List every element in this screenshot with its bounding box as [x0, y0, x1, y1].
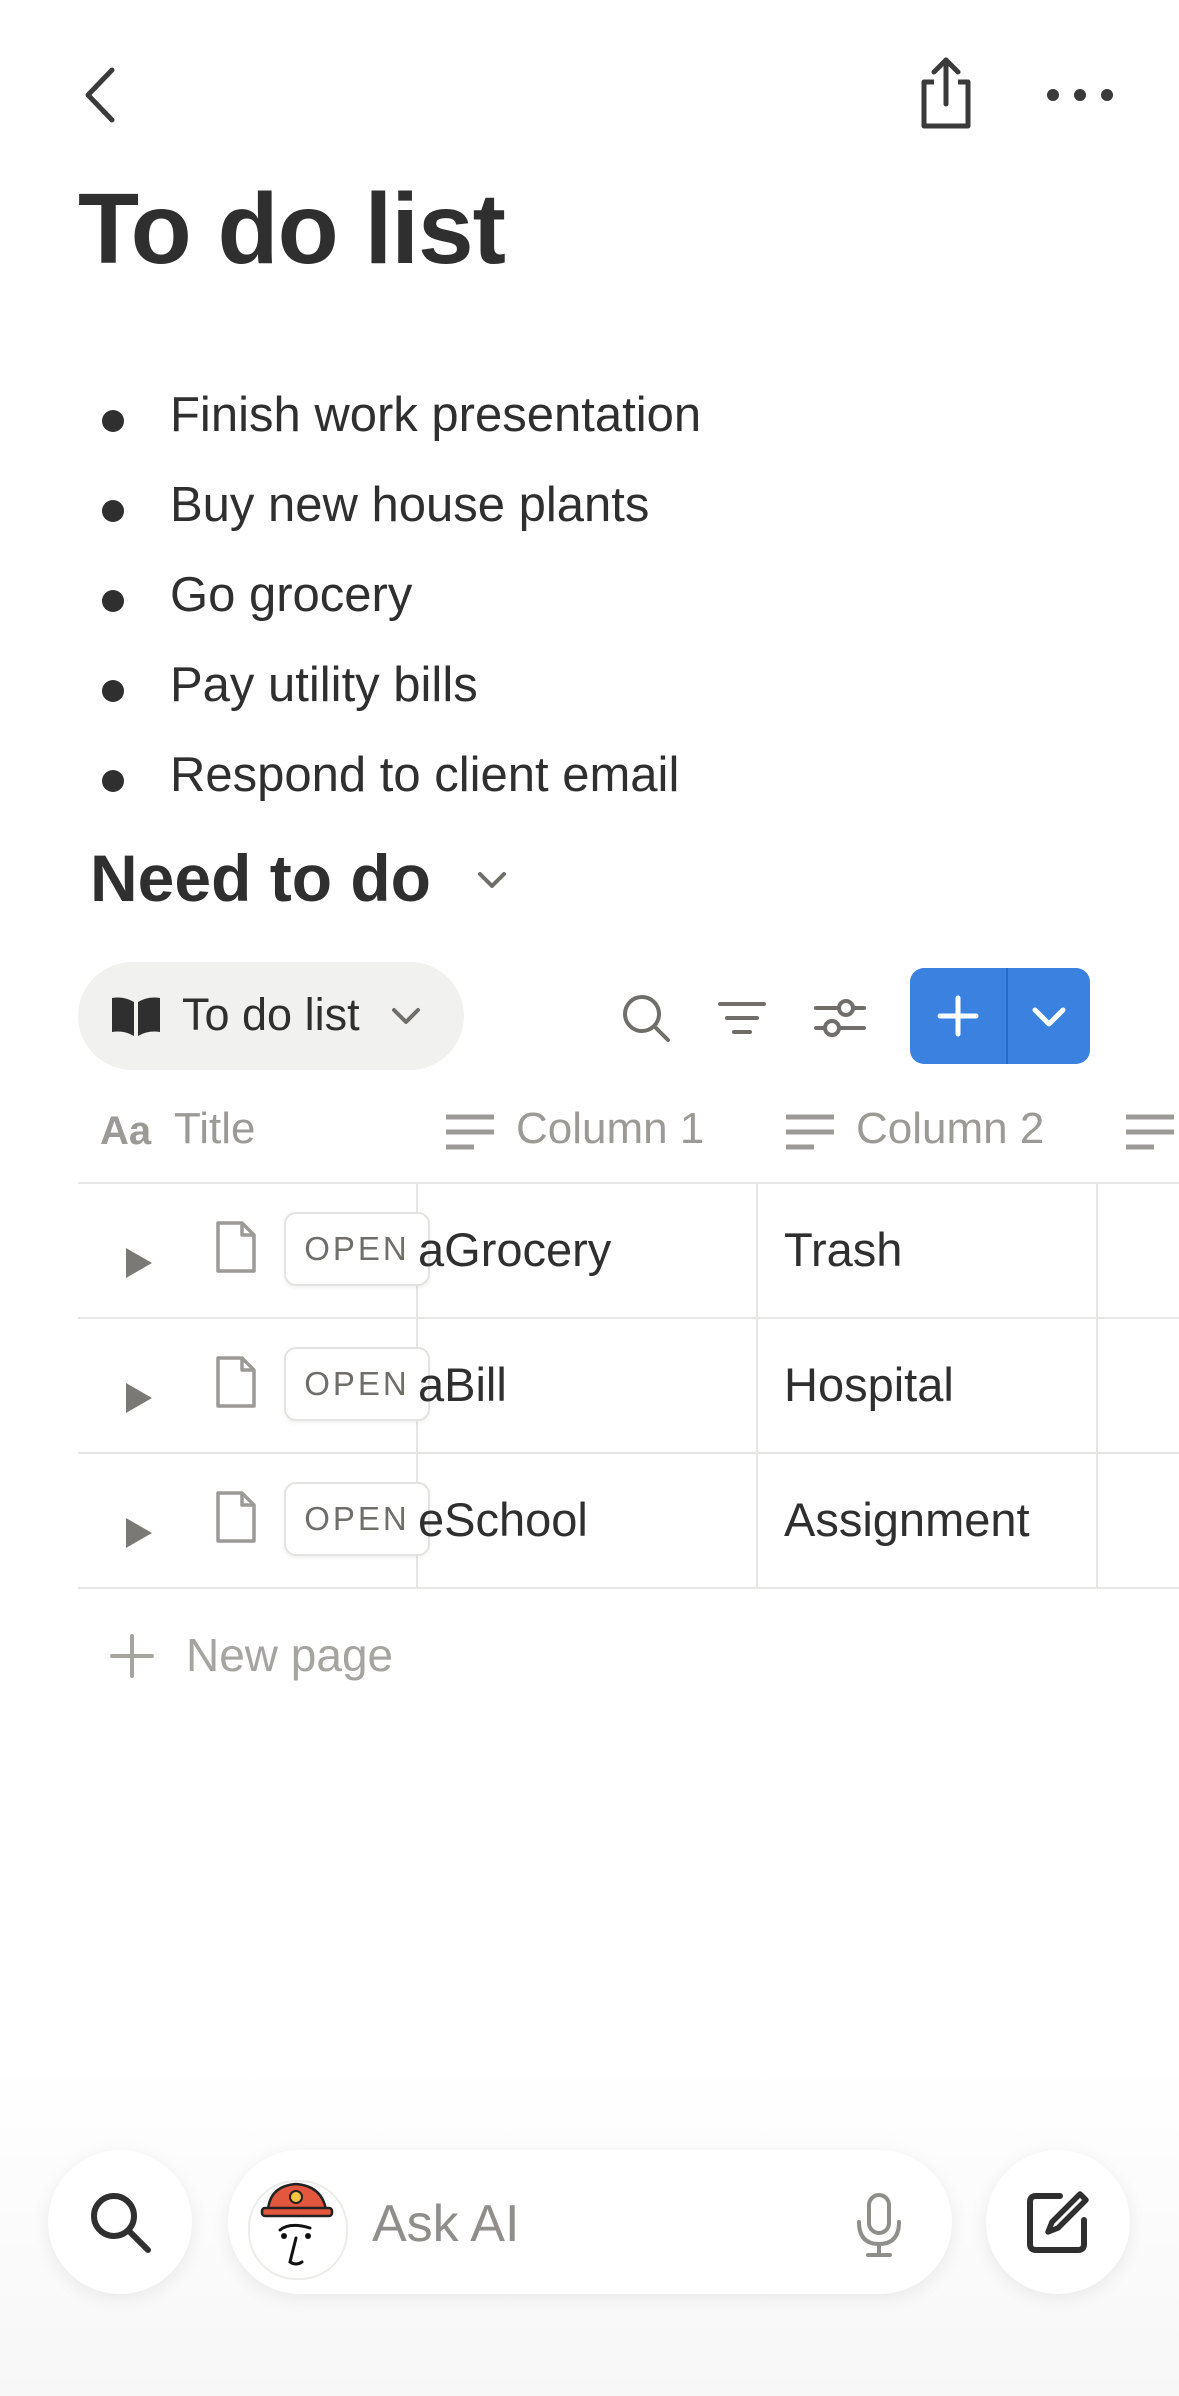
view-selector[interactable]: To do list: [78, 962, 464, 1070]
open-page-button[interactable]: OPEN: [284, 1347, 430, 1421]
ask-ai-placeholder: Ask AI: [372, 2195, 520, 2253]
share-button[interactable]: [910, 52, 982, 132]
search-icon: [91, 2193, 151, 2253]
caret-right-icon: [126, 1518, 152, 1548]
column-header-column-1[interactable]: Column 1: [444, 1090, 744, 1170]
column-header-title[interactable]: Aa Title: [100, 1090, 420, 1170]
cell-column-2[interactable]: Hospital: [784, 1357, 954, 1412]
cell-column-1[interactable]: aGrocery: [418, 1222, 611, 1277]
back-chevron-icon: [85, 67, 115, 123]
database-search-button[interactable]: [618, 990, 674, 1046]
column-header-label: Column 1: [516, 1104, 705, 1153]
table-row[interactable]: OPEN aBill Hospital: [78, 1319, 1179, 1452]
bullet-text: Respond to client email: [170, 748, 680, 802]
bullet-item[interactable]: Go grocery: [90, 550, 1090, 640]
compose-icon: [1027, 2191, 1089, 2253]
table-row[interactable]: OPEN eSchool Assignment: [78, 1454, 1179, 1587]
cell-column-1[interactable]: aBill: [418, 1357, 507, 1412]
document-icon: [214, 1355, 258, 1409]
bullet-dot: [102, 770, 124, 792]
back-button[interactable]: [70, 60, 132, 130]
column-header-label: Column 2: [856, 1104, 1045, 1153]
row-expand-toggle[interactable]: [122, 1516, 154, 1550]
compose-button[interactable]: [986, 2150, 1130, 2294]
microphone-icon: [857, 2193, 901, 2257]
new-item-dropdown[interactable]: [1008, 968, 1090, 1064]
page-title[interactable]: To do list: [78, 172, 506, 287]
open-page-button[interactable]: OPEN: [284, 1212, 430, 1286]
new-item-button-group: [910, 968, 1090, 1064]
column-header-partial[interactable]: [1124, 1090, 1179, 1170]
chevron-down-icon: [1032, 1007, 1066, 1027]
row-expand-toggle[interactable]: [122, 1246, 154, 1280]
column-header-label: Title: [174, 1104, 256, 1153]
search-icon: [623, 995, 670, 1042]
text-type-icon: Aa: [100, 1110, 152, 1150]
caret-right-icon: [126, 1383, 152, 1413]
document-icon: [214, 1490, 258, 1544]
microphone-button[interactable]: [854, 2192, 904, 2258]
new-item-button[interactable]: [910, 968, 1006, 1064]
book-icon: [112, 997, 160, 1036]
bullet-text: Buy new house plants: [170, 478, 650, 532]
table-row[interactable]: OPEN aGrocery Trash: [78, 1184, 1179, 1317]
svg-text:Aa: Aa: [100, 1110, 152, 1150]
new-page-label: New page: [186, 1629, 394, 1681]
cell-column-2[interactable]: Assignment: [784, 1492, 1030, 1547]
view-label: To do list: [182, 989, 360, 1040]
view-settings-button[interactable]: [812, 990, 868, 1046]
plus-icon: [110, 1634, 154, 1678]
document-icon: [214, 1220, 258, 1274]
filter-button[interactable]: [716, 992, 768, 1044]
caret-right-icon: [126, 1248, 152, 1278]
text-lines-icon: [446, 1114, 494, 1150]
bullet-item[interactable]: Buy new house plants: [90, 460, 1090, 550]
bullet-dot: [102, 680, 124, 702]
bullet-text: Pay utility bills: [170, 658, 478, 712]
text-lines-icon: [786, 1114, 834, 1150]
chevron-down-icon: [478, 872, 506, 888]
cell-column-1[interactable]: eSchool: [418, 1492, 588, 1547]
database-title[interactable]: Need to do: [90, 840, 431, 916]
open-page-button[interactable]: OPEN: [284, 1482, 430, 1556]
share-icon: [921, 57, 971, 129]
more-options-button[interactable]: [1040, 66, 1120, 116]
ask-ai-field[interactable]: Ask AI: [228, 2150, 952, 2294]
plus-icon: [937, 995, 979, 1037]
bullet-item[interactable]: Pay utility bills: [90, 640, 1090, 730]
bullet-list: Finish work presentation Buy new house p…: [90, 370, 1090, 820]
bullet-text: Go grocery: [170, 568, 413, 622]
cell-column-2[interactable]: Trash: [784, 1222, 902, 1277]
ai-avatar: [248, 2180, 348, 2280]
bullet-item[interactable]: Respond to client email: [90, 730, 1090, 820]
more-icon: [1047, 89, 1113, 101]
row-expand-toggle[interactable]: [122, 1381, 154, 1415]
filter-icon: [718, 1002, 766, 1034]
bullet-item[interactable]: Finish work presentation: [90, 370, 1090, 460]
text-lines-icon: [1126, 1114, 1174, 1150]
ai-face-icon: [260, 2182, 334, 2266]
database-collapse-toggle[interactable]: [474, 862, 510, 898]
column-header-column-2[interactable]: Column 2: [784, 1090, 1084, 1170]
chevron-down-icon: [392, 1008, 420, 1024]
settings-sliders-icon: [814, 999, 866, 1037]
bullet-dot: [102, 500, 124, 522]
bullet-text: Finish work presentation: [170, 388, 702, 442]
bullet-dot: [102, 410, 124, 432]
row-divider: [78, 1587, 1179, 1589]
bullet-dot: [102, 590, 124, 612]
global-search-button[interactable]: [48, 2150, 192, 2294]
